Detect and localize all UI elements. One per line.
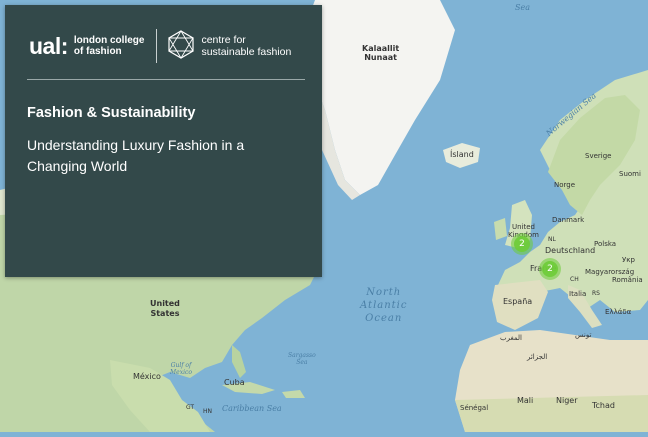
panel-subtitle: Understanding Luxury Fashion in a Changi… [27,137,245,174]
logo-divider [156,29,158,63]
info-panel: ual: london college of fashion centre fo… [5,5,322,277]
logo-row: ual: london college of fashion centre fo… [29,29,291,63]
panel-title: Fashion & Sustainability [27,105,196,121]
csf-logo-line2: sustainable fashion [201,46,292,58]
ireland-land [494,218,507,240]
cluster-count: 2 [514,236,530,252]
ual-logo: ual: [29,32,68,59]
marker-cluster-uk[interactable]: 2 [511,233,533,255]
csf-logo-line1: centre for [201,34,246,46]
csf-hexagon-icon [167,29,195,64]
lcf-logo-text: london college of fashion [74,35,145,57]
csf-logo-text: centre for sustainable fashion [201,34,291,58]
panel-divider [27,79,305,80]
lcf-logo-line2: of fashion [73,46,122,57]
cluster-count: 2 [542,261,558,277]
marker-cluster-france[interactable]: 2 [539,258,561,280]
africa-sahel [455,395,648,432]
lcf-logo-line1: london college [73,35,145,46]
